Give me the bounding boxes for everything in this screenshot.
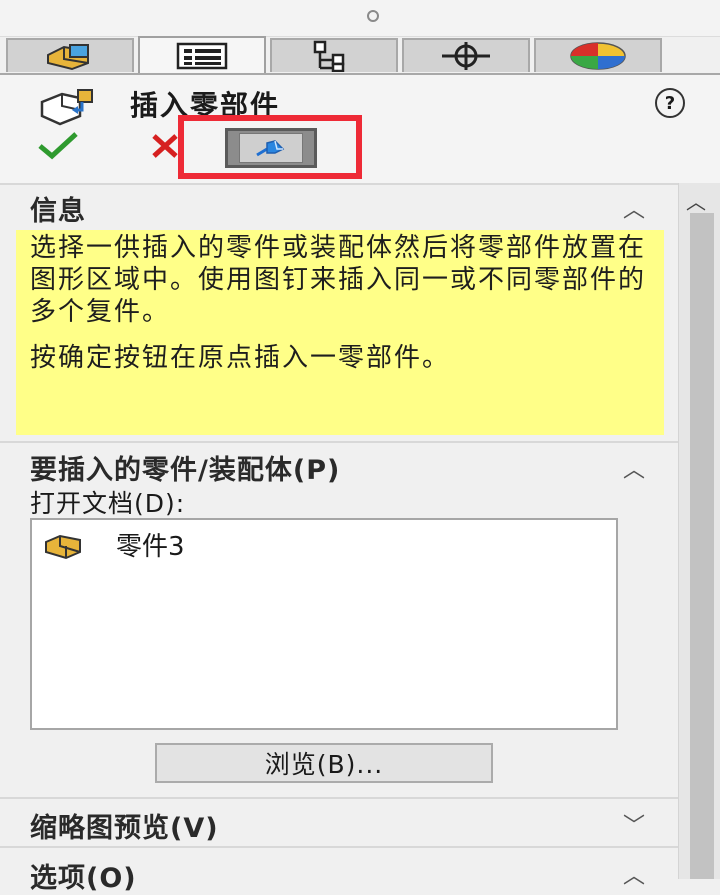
section-divider [0, 183, 678, 185]
chevron-down-icon[interactable]: ﹀ [623, 808, 645, 840]
info-text-2: 按确定按钮在原点插入一零部件。 [30, 343, 451, 373]
panel-grip-icon[interactable] [367, 10, 379, 22]
pushpin-icon [256, 140, 285, 157]
cancel-button[interactable] [150, 132, 180, 166]
tab-configuration-manager[interactable] [270, 38, 398, 72]
close-icon [152, 134, 178, 158]
ok-button[interactable] [36, 130, 80, 166]
property-manager-icon [176, 42, 228, 70]
panel-top-strip [0, 0, 720, 37]
keep-visible-pin-button[interactable] [225, 128, 317, 168]
display-manager-icon [570, 42, 626, 70]
tab-display-manager[interactable] [534, 38, 662, 72]
manager-tabs [0, 36, 720, 74]
insert-component-icon [40, 89, 93, 126]
configuration-manager-icon [313, 40, 345, 72]
section-divider [0, 797, 678, 799]
insert-section-title[interactable]: 要插入的零件/装配体(P) [30, 448, 340, 487]
feature-manager-icon [47, 44, 89, 71]
tab-property-manager[interactable] [138, 36, 266, 74]
thumbnail-section-title[interactable]: 缩略图预览(V) [30, 806, 219, 845]
tab-dimxpert-manager[interactable] [402, 38, 530, 72]
tab-feature-manager[interactable] [6, 38, 134, 72]
section-divider [0, 441, 678, 443]
section-divider [0, 846, 678, 848]
chevron-up-icon[interactable]: ︿ [623, 452, 645, 484]
list-item[interactable]: 零件3 [40, 526, 185, 563]
part-icon [45, 534, 81, 559]
info-text-1: 选择一供插入的零件或装配体然后将零部件放置在图形区域中。使用图钉来插入同一或不同… [30, 233, 647, 327]
open-documents-label: 打开文档(D): [30, 489, 186, 518]
info-message-box: 选择一供插入的零件或装配体然后将零部件放置在图形区域中。使用图钉来插入同一或不同… [16, 230, 664, 435]
dimxpert-manager-icon [442, 42, 490, 70]
info-section-title[interactable]: 信息 [30, 189, 86, 228]
help-icon[interactable]: ? [655, 88, 685, 118]
options-section-title[interactable]: 选项(O) [30, 856, 137, 895]
browse-button[interactable]: 浏览(B)... [155, 743, 493, 783]
scrollbar-thumb[interactable] [690, 213, 714, 879]
chevron-up-icon[interactable]: ︿ [623, 858, 645, 890]
chevron-up-icon[interactable]: ︿ [623, 192, 645, 224]
check-icon [38, 132, 78, 160]
scroll-up-icon[interactable]: ︿ [686, 186, 706, 215]
open-documents-list[interactable]: 零件3 [30, 518, 618, 730]
list-item-label: 零件3 [116, 532, 185, 562]
